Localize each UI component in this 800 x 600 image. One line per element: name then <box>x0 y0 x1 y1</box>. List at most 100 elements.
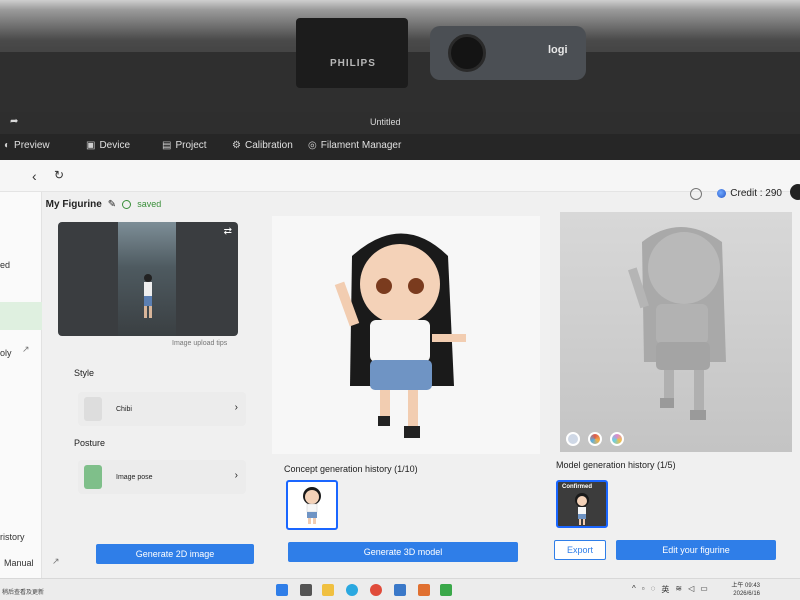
window-titlebar: ➦ Untitled <box>0 112 800 134</box>
export-button[interactable]: Export <box>554 540 606 560</box>
color-swatch-3[interactable] <box>610 432 624 446</box>
style-selector[interactable]: Chibi › <box>78 392 246 426</box>
style-value: Chibi <box>116 405 132 413</box>
screen: ➦ Untitled ◐ Preview ▣ Device ▤ Project … <box>0 112 800 600</box>
project-title: My Figurine <box>45 198 102 210</box>
concept-thumb-figure <box>303 487 321 524</box>
chibi-figure-image <box>334 233 466 438</box>
back-nav-icon[interactable]: ‹ <box>32 168 37 184</box>
concept-panel: Concept generation history (1/10) Genera… <box>272 216 540 576</box>
style-label: Style <box>74 368 95 378</box>
sidebar-active-highlight <box>0 302 42 330</box>
sidebar-item-manual[interactable]: Manual <box>4 558 34 568</box>
credit-label: Credit : 290 <box>730 188 782 199</box>
model-thumb-figure <box>575 493 589 525</box>
color-swatch-2[interactable] <box>588 432 602 446</box>
tray-volume-icon[interactable]: ◁ <box>688 584 694 595</box>
sidebar-item-2[interactable]: oly <box>0 348 12 358</box>
tray-wifi-icon[interactable]: ≋ <box>675 584 682 595</box>
menu-project[interactable]: ▤ Project <box>162 140 207 151</box>
monitor-bezel-environment: PHILIPS logi <box>0 0 800 112</box>
upload-tips[interactable]: Image upload tips <box>172 340 227 347</box>
clock[interactable]: 上午 09:43 2026/6/16 <box>731 582 760 598</box>
taskview-icon[interactable] <box>300 584 312 596</box>
project-icon: ▤ <box>162 140 172 151</box>
monitor-brand-label: PHILIPS <box>330 58 376 69</box>
app-icon-1[interactable] <box>394 584 406 596</box>
monitor-mount <box>296 18 408 88</box>
project-header: ‹ My Figurine ✎ saved <box>36 198 161 210</box>
credit-display: Credit : 290 <box>717 188 782 199</box>
concept-history-thumbnail[interactable] <box>286 480 338 530</box>
model-panel: Model generation history (1/5) Confirmed… <box>552 212 800 576</box>
refresh-icon[interactable]: ↻ <box>54 168 64 182</box>
window-title: Untitled <box>370 117 401 127</box>
menu-preview-label: Preview <box>14 140 50 151</box>
app-toolbar: ‹ ↻ <box>0 160 800 192</box>
credit-coin-icon <box>717 189 727 198</box>
tray-input-icon[interactable]: 英 <box>661 584 669 595</box>
generate-3d-button[interactable]: Generate 3D model <box>288 542 518 562</box>
menu-preview[interactable]: ◐ Preview <box>4 140 50 151</box>
share-icon[interactable]: ➦ <box>10 116 18 127</box>
posture-selector[interactable]: Image pose › <box>78 460 246 494</box>
edit-figurine-button[interactable]: Edit your figurine <box>616 540 776 560</box>
device-icon: ▣ <box>86 140 96 151</box>
menu-filament-label: Filament Manager <box>320 140 402 151</box>
uploaded-image[interactable]: ⇄ <box>58 222 238 336</box>
sidebar: ed oly ↗ ristory Manual ↗ <box>0 192 60 600</box>
calibration-icon: ⚙ <box>232 140 241 151</box>
external-link-icon[interactable]: ↗ <box>22 344 30 355</box>
chevron-right-icon: › <box>234 470 238 481</box>
person-silhouette <box>144 274 152 318</box>
clock-date: 2026/6/16 <box>733 591 760 597</box>
start-icon[interactable] <box>276 584 288 596</box>
menu-calibration[interactable]: ⚙ Calibration <box>232 140 293 151</box>
bambu-studio-icon[interactable] <box>440 584 452 596</box>
menubar: ◐ Preview ▣ Device ▤ Project ⚙ Calibrati… <box>0 134 800 160</box>
tray-chevron-icon[interactable]: ^ <box>632 584 636 595</box>
filament-icon: ◎ <box>308 140 317 151</box>
app-icon-2[interactable] <box>418 584 430 596</box>
grey-3d-model <box>628 227 726 420</box>
tray-app-icon[interactable]: ▫ <box>642 584 645 595</box>
menu-device[interactable]: ▣ Device <box>86 140 130 151</box>
taskbar: 稍后查看及更新 ^ ▫ ◌ 英 ≋ ◁ ▭ 上午 09:43 2026/6/16 <box>0 578 800 600</box>
chevron-right-icon: › <box>234 402 238 413</box>
menu-device-label: Device <box>99 140 131 151</box>
sidebar-item-1[interactable]: ed <box>0 260 10 270</box>
pose-thumbnail <box>84 465 102 489</box>
save-status: saved <box>137 199 162 209</box>
chrome-icon[interactable] <box>370 584 382 596</box>
posture-value: Image pose <box>116 473 153 481</box>
tray-sync-icon[interactable]: ◌ <box>651 584 656 595</box>
menu-filament-manager[interactable]: ◎ Filament Manager <box>308 140 401 151</box>
tray-battery-icon[interactable]: ▭ <box>700 584 708 595</box>
taskbar-notice: 稍后查看及更新 <box>2 590 45 596</box>
preview-icon: ◐ <box>4 140 11 151</box>
saved-check-icon <box>122 199 132 209</box>
edge-icon[interactable] <box>346 584 358 596</box>
model-history-thumbnail[interactable]: Confirmed <box>556 480 608 528</box>
concept-preview <box>272 216 540 454</box>
webcam-lens <box>448 34 486 72</box>
input-panel: ⇄ Image upload tips Style Chibi › Postur… <box>54 216 260 576</box>
clock-time: 上午 09:43 <box>731 583 760 589</box>
sidebar-item-history[interactable]: ristory <box>0 532 25 542</box>
posture-label: Posture <box>74 438 106 448</box>
webcam-brand-label: logi <box>548 44 568 56</box>
swap-image-icon[interactable]: ⇄ <box>224 226 232 237</box>
edit-pencil-icon[interactable]: ✎ <box>108 199 116 210</box>
color-swatch-1[interactable] <box>566 432 580 446</box>
model-viewport[interactable] <box>560 212 792 452</box>
chibi-thumbnail <box>84 397 102 421</box>
file-explorer-icon[interactable] <box>322 584 334 596</box>
menu-calibration-label: Calibration <box>244 140 293 151</box>
model-history-label: Model generation history (1/5) <box>556 460 676 470</box>
menu-project-label: Project <box>175 140 207 151</box>
system-tray: ^ ▫ ◌ 英 ≋ ◁ ▭ <box>632 584 708 595</box>
settings-icon[interactable] <box>690 188 702 200</box>
concept-history-label: Concept generation history (1/10) <box>284 464 418 474</box>
generate-2d-button[interactable]: Generate 2D image <box>96 544 254 564</box>
avatar[interactable] <box>790 184 800 200</box>
